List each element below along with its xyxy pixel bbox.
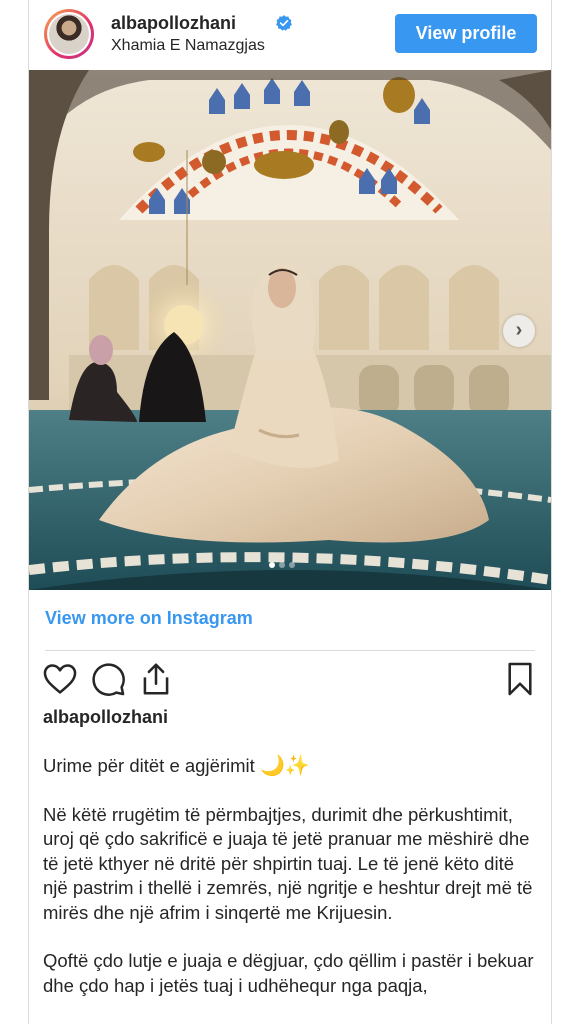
avatar-image — [49, 14, 89, 54]
carousel-indicator — [269, 562, 295, 570]
caption-line-1-text: Urime për ditët e agjërimit — [43, 755, 255, 776]
caption-line-1: Urime për ditët e agjërimit 🌙✨ — [43, 754, 539, 779]
post-caption: Urime për ditët e agjërimit 🌙✨ Në këtë r… — [43, 754, 539, 1022]
chevron-right-icon: › — [515, 319, 523, 341]
instagram-embed-card: albapollozhani Xhamia E Namazgjas View p… — [28, 0, 552, 1024]
carousel-dot-3 — [289, 562, 295, 568]
avatar[interactable] — [44, 9, 94, 59]
carousel-next-button[interactable]: › — [503, 315, 535, 347]
post-header: albapollozhani Xhamia E Namazgjas View p… — [29, 0, 551, 70]
view-profile-button[interactable]: View profile — [395, 14, 537, 53]
carousel-dot-2 — [279, 562, 285, 568]
carousel-dot-1 — [269, 562, 275, 568]
avatar-frame — [47, 12, 91, 56]
mosque-photo-illustration — [29, 70, 551, 590]
caption-paragraph-2: Në këtë rrugëtim të përmbajtjes, durimit… — [43, 803, 533, 923]
crescent-moon-icon: 🌙 — [259, 755, 285, 777]
post-username[interactable]: albapollozhani — [43, 707, 168, 728]
share-icon[interactable] — [137, 660, 175, 698]
sparkles-icon: ✨ — [284, 755, 310, 777]
bookmark-icon[interactable] — [501, 660, 539, 698]
comment-icon[interactable] — [89, 660, 127, 698]
post-photo[interactable]: › — [29, 70, 551, 590]
caption-paragraph-3: Qoftë çdo lutje e juaja e dëgjuar, çdo q… — [43, 950, 534, 996]
header-location[interactable]: Xhamia E Namazgjas — [111, 37, 265, 55]
heart-icon[interactable] — [41, 660, 79, 698]
divider — [45, 650, 535, 651]
verified-badge-icon — [276, 15, 292, 31]
header-username[interactable]: albapollozhani — [111, 13, 236, 34]
view-more-link[interactable]: View more on Instagram — [45, 608, 253, 629]
